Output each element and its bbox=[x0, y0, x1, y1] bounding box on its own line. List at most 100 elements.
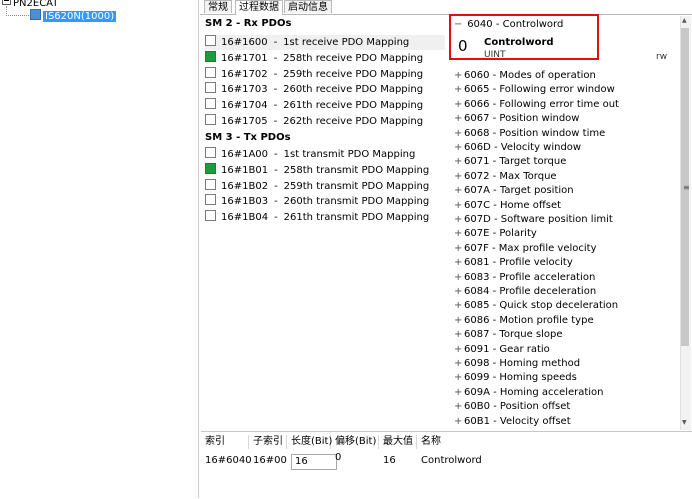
expand-icon[interactable]: + bbox=[454, 386, 464, 400]
expand-icon[interactable]: + bbox=[454, 371, 464, 385]
expand-icon[interactable]: + bbox=[454, 184, 464, 198]
object-item-label: 607E - Polarity bbox=[464, 228, 537, 240]
col-index: 索引 bbox=[201, 435, 249, 449]
expand-icon[interactable]: + bbox=[454, 141, 464, 155]
tx-pdo-header: SM 3 - Tx PDOs bbox=[205, 132, 291, 143]
pdo-index: 16#1702 bbox=[221, 68, 268, 80]
pdo-name: 258th receive PDO Mapping bbox=[283, 52, 424, 64]
rx-pdo-row[interactable]: 16#1702-259th receive PDO Mapping bbox=[205, 66, 445, 82]
tree-item-device[interactable]: IS620N(1000) bbox=[30, 9, 117, 22]
collapse-icon[interactable] bbox=[2, 0, 11, 5]
highlight-box bbox=[449, 14, 599, 60]
tab-startup-info[interactable]: 启动信息 bbox=[284, 0, 332, 13]
expand-icon[interactable]: + bbox=[454, 285, 464, 299]
expand-icon[interactable]: + bbox=[454, 314, 464, 328]
object-item[interactable]: +607E - Polarity bbox=[454, 227, 537, 241]
pdo-checkbox[interactable] bbox=[205, 194, 216, 206]
expand-icon[interactable]: + bbox=[454, 256, 464, 270]
cell-subindex: 16#00 bbox=[253, 455, 287, 466]
pdo-checkbox[interactable] bbox=[205, 162, 216, 174]
pdo-checkbox[interactable] bbox=[205, 178, 216, 190]
length-input-cell[interactable]: 16 bbox=[287, 454, 337, 470]
expand-icon[interactable]: + bbox=[454, 343, 464, 357]
pdo-checkbox[interactable] bbox=[205, 66, 216, 78]
expand-icon[interactable]: + bbox=[454, 69, 464, 83]
tx-pdo-row[interactable]: 16#1B01-258th transmit PDO Mapping bbox=[205, 162, 445, 178]
object-item[interactable]: +6060 - Modes of operation bbox=[454, 69, 596, 83]
object-item[interactable]: +606D - Velocity window bbox=[454, 141, 581, 155]
scroll-down-icon[interactable]: ▼ bbox=[682, 419, 687, 426]
object-item[interactable]: +609A - Homing acceleration bbox=[454, 386, 604, 400]
object-item[interactable]: +6086 - Motion profile type bbox=[454, 314, 594, 328]
expand-icon[interactable]: + bbox=[454, 170, 464, 184]
expand-icon[interactable]: + bbox=[454, 400, 464, 414]
expand-icon[interactable]: + bbox=[454, 415, 464, 429]
object-item[interactable]: +607F - Max profile velocity bbox=[454, 242, 597, 256]
tx-pdo-row[interactable]: 16#1A00-1st transmit PDO Mapping bbox=[205, 147, 445, 162]
expand-icon[interactable]: + bbox=[454, 199, 464, 213]
object-item[interactable]: +6072 - Max Torque bbox=[454, 170, 557, 184]
object-item[interactable]: +6083 - Profile acceleration bbox=[454, 271, 595, 285]
col-name: 名称 bbox=[421, 436, 441, 447]
expand-icon[interactable]: + bbox=[454, 227, 464, 241]
tab-process-data[interactable]: 过程数据 bbox=[235, 0, 283, 15]
expand-icon[interactable]: + bbox=[454, 155, 464, 169]
object-item[interactable]: +607D - Software position limit bbox=[454, 213, 613, 227]
pdo-index: 16#1705 bbox=[221, 116, 268, 127]
pdo-checkbox[interactable] bbox=[205, 210, 216, 222]
pdo-checkbox[interactable] bbox=[205, 147, 216, 158]
object-item[interactable]: +6084 - Profile deceleration bbox=[454, 285, 596, 299]
object-item[interactable]: +60B1 - Velocity offset bbox=[454, 415, 571, 429]
expand-icon[interactable]: + bbox=[454, 83, 464, 97]
object-item[interactable]: +60B0 - Position offset bbox=[454, 400, 570, 414]
object-item[interactable]: +6067 - Position window bbox=[454, 112, 579, 126]
expand-icon[interactable]: + bbox=[454, 98, 464, 112]
expand-icon[interactable]: + bbox=[454, 213, 464, 227]
object-item[interactable]: +6087 - Torque slope bbox=[454, 328, 563, 342]
rx-pdo-row[interactable]: 16#1701-258th receive PDO Mapping bbox=[205, 50, 445, 66]
pdo-checkbox[interactable] bbox=[205, 114, 216, 125]
tx-pdo-row[interactable]: 16#1B03-260th transmit PDO Mapping bbox=[205, 194, 445, 209]
tx-pdo-row[interactable]: 16#1B04-261th transmit PDO Mapping bbox=[205, 210, 445, 225]
expand-icon[interactable]: + bbox=[454, 328, 464, 342]
pdo-checkbox[interactable] bbox=[205, 82, 216, 94]
pdo-checkbox[interactable] bbox=[205, 50, 216, 62]
object-item[interactable]: +6099 - Homing speeds bbox=[454, 371, 577, 385]
expand-icon[interactable]: + bbox=[454, 242, 464, 256]
expand-icon[interactable]: + bbox=[454, 127, 464, 141]
object-item[interactable]: +6065 - Following error window bbox=[454, 83, 615, 97]
object-item[interactable]: +6068 - Position window time bbox=[454, 127, 605, 141]
object-item[interactable]: +6081 - Profile velocity bbox=[454, 256, 573, 270]
pdo-checkbox[interactable] bbox=[205, 98, 216, 110]
rx-pdo-row[interactable]: 16#1704-261th receive PDO Mapping bbox=[205, 98, 445, 113]
object-item-label: 6072 - Max Torque bbox=[464, 170, 557, 182]
object-item[interactable]: +6085 - Quick stop deceleration bbox=[454, 299, 618, 313]
tab-general[interactable]: 常规 bbox=[204, 0, 232, 13]
expand-icon[interactable]: + bbox=[454, 112, 464, 126]
expand-icon[interactable]: + bbox=[454, 299, 464, 313]
expand-icon[interactable]: + bbox=[454, 357, 464, 371]
tree-connector bbox=[6, 6, 29, 16]
object-item-label: 6071 - Target torque bbox=[464, 156, 567, 168]
cell-index: 16#6040 bbox=[205, 455, 252, 466]
pdo-separator: - bbox=[273, 68, 278, 80]
pdo-name: 1st transmit PDO Mapping bbox=[283, 149, 416, 160]
tx-pdo-row[interactable]: 16#1B02-259th transmit PDO Mapping bbox=[205, 178, 445, 194]
cell-name: Controlword bbox=[421, 455, 482, 466]
object-item[interactable]: +607C - Home offset bbox=[454, 199, 561, 213]
object-item-label: 60B0 - Position offset bbox=[464, 401, 571, 413]
object-item[interactable]: +6071 - Target torque bbox=[454, 155, 566, 169]
rx-pdo-row[interactable]: 16#1703-260th receive PDO Mapping bbox=[205, 82, 445, 97]
device-icon bbox=[30, 9, 41, 20]
rx-pdo-row[interactable]: 16#1600-1st receive PDO Mapping bbox=[205, 35, 445, 50]
scroll-up-icon[interactable]: ▲ bbox=[682, 17, 687, 24]
expand-icon[interactable]: + bbox=[454, 271, 464, 285]
object-item[interactable]: +607A - Target position bbox=[454, 184, 574, 198]
pdo-checkbox[interactable] bbox=[205, 35, 216, 46]
rx-pdo-row[interactable]: 16#1705-262th receive PDO Mapping bbox=[205, 114, 445, 129]
object-item-label: 607C - Home offset bbox=[464, 199, 562, 211]
object-item[interactable]: +6066 - Following error time out bbox=[454, 98, 619, 112]
object-item[interactable]: +6091 - Gear ratio bbox=[454, 343, 550, 357]
object-item-label: 609A - Homing acceleration bbox=[464, 386, 604, 398]
object-item[interactable]: +6098 - Homing method bbox=[454, 357, 580, 371]
